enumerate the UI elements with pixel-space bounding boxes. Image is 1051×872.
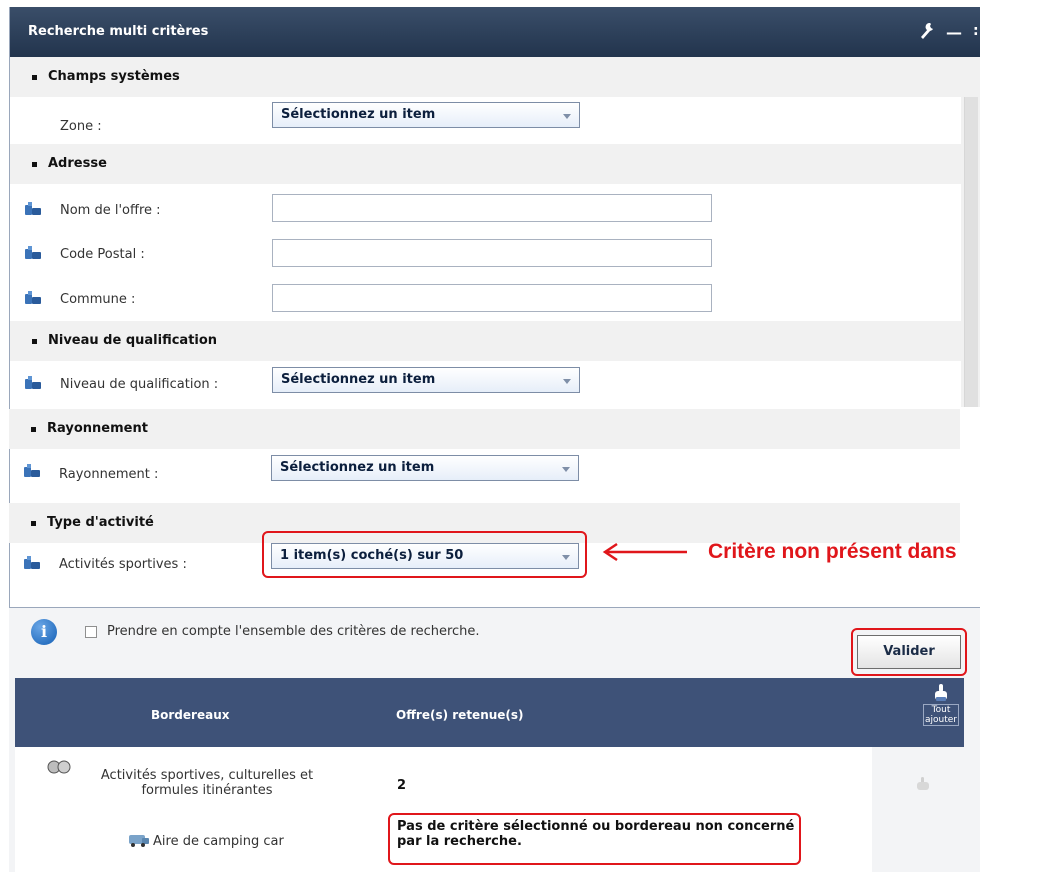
section-title: Niveau de qualification [48, 333, 218, 348]
nom-offre-input[interactable] [272, 194, 712, 222]
annotation-box [851, 628, 967, 676]
bullet-icon [32, 162, 37, 167]
search-icon[interactable] [24, 201, 42, 217]
annotation-arrow-icon [602, 542, 687, 562]
all-criteria-checkbox-label[interactable]: Prendre en compte l'ensemble des critère… [107, 624, 480, 639]
annotation-box [262, 531, 587, 578]
search-icon[interactable] [24, 290, 42, 306]
commune-input[interactable] [272, 284, 712, 312]
niveau-qualification-label: Niveau de qualification : [60, 377, 219, 392]
table-row-1-bordereau: Activités sportives, culturelles et form… [100, 768, 314, 798]
section-title: Type d'activité [47, 515, 154, 530]
info-icon: i [31, 619, 57, 645]
section-champs-systemes[interactable]: Champs systèmes [10, 57, 961, 97]
table-row-2-bordereau: Aire de camping car [153, 834, 284, 849]
section-title: Champs systèmes [48, 69, 180, 84]
add-all-label: Tout ajouter [923, 704, 959, 726]
hand-pointer-icon[interactable] [915, 777, 931, 791]
annotation-box [388, 813, 801, 865]
zone-label: Zone : [60, 119, 102, 134]
niveau-qualification-select-value: Sélectionnez un item [281, 372, 436, 387]
balls-icon [47, 760, 71, 774]
bullet-icon [31, 427, 36, 432]
chevron-down-icon [563, 114, 571, 119]
rayonnement-select[interactable]: Sélectionnez un item [271, 455, 579, 481]
section-rayonnement[interactable]: Rayonnement [9, 409, 960, 449]
add-all-button[interactable]: Tout ajouter [923, 684, 959, 744]
scrollbar-thumb[interactable] [964, 97, 978, 407]
column-header-offres: Offre(s) retenue(s) [396, 708, 524, 722]
section-adresse[interactable]: Adresse [10, 144, 961, 184]
niveau-qualification-select[interactable]: Sélectionnez un item [272, 367, 580, 393]
bullet-icon [32, 75, 37, 80]
code-postal-label: Code Postal : [60, 247, 145, 262]
hand-pointer-icon [935, 684, 947, 701]
commune-label: Commune : [60, 292, 136, 307]
results-table-header: Bordereaux Offre(s) retenue(s) Tout ajou… [15, 678, 964, 747]
zone-select-value: Sélectionnez un item [281, 107, 436, 122]
bullet-icon [32, 339, 37, 344]
nom-offre-label: Nom de l'offre : [60, 203, 161, 218]
panel-title-bar: Recherche multi critères — : [10, 7, 980, 57]
all-criteria-checkbox[interactable] [85, 626, 97, 638]
column-header-bordereaux: Bordereaux [151, 708, 230, 722]
section-niveau-qualification[interactable]: Niveau de qualification [10, 321, 961, 361]
more-icon[interactable]: : [973, 23, 979, 39]
rayonnement-select-value: Sélectionnez un item [280, 460, 435, 475]
add-column [872, 747, 964, 872]
chevron-down-icon [563, 379, 571, 384]
section-title: Rayonnement [47, 421, 148, 436]
minimize-icon[interactable]: — [946, 23, 962, 42]
chevron-down-icon [562, 467, 570, 472]
annotation-text: Critère non présent dans [708, 540, 957, 563]
rayonnement-label: Rayonnement : [59, 467, 159, 482]
search-icon[interactable] [23, 463, 41, 479]
search-icon[interactable] [23, 555, 41, 571]
table-row-1-offres: 2 [397, 778, 407, 793]
section-title: Adresse [48, 156, 107, 171]
wrench-icon[interactable] [918, 21, 936, 41]
zone-select[interactable]: Sélectionnez un item [272, 102, 580, 128]
camping-car-icon [129, 835, 149, 847]
code-postal-input[interactable] [272, 239, 712, 267]
search-icon[interactable] [24, 375, 42, 391]
bullet-icon [31, 521, 36, 526]
search-icon[interactable] [24, 245, 42, 261]
activites-sportives-label: Activités sportives : [59, 557, 187, 572]
panel-title: Recherche multi critères [28, 24, 209, 39]
